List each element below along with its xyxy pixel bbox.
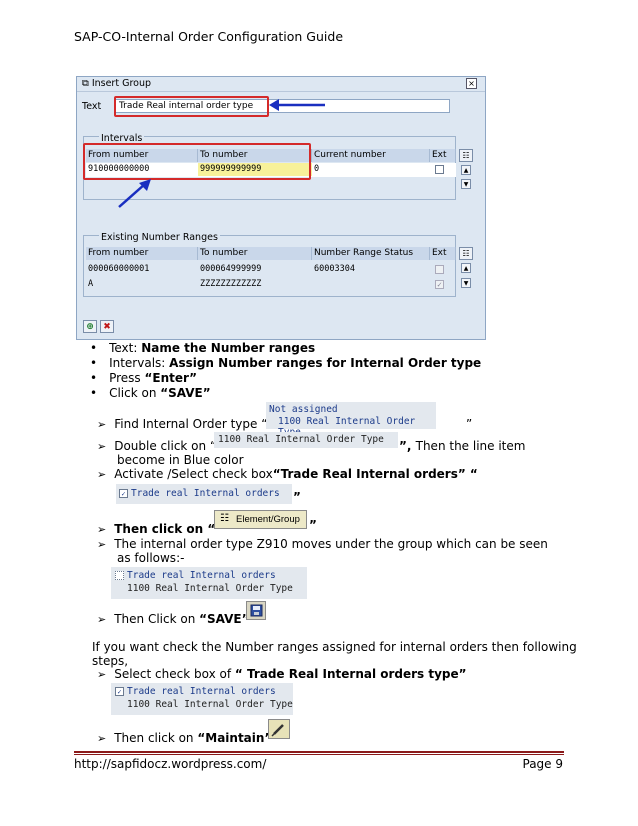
scroll-down-icon[interactable]: ▼ — [461, 179, 471, 189]
document-header: SAP-CO-Internal Order Configuration Guid… — [74, 29, 344, 44]
step-moves: ➢ The internal order type Z910 moves unde… — [97, 537, 548, 551]
arrow-pointer-icon — [269, 99, 325, 111]
step-double-click-after: ”, Then the line item — [399, 439, 526, 453]
scroll-up-icon[interactable]: ▲ — [461, 263, 471, 273]
snip-select-group: ✓ Trade real Internal orders 1100 Real I… — [111, 683, 293, 715]
snip-group-result: Trade real Internal orders 1100 Real Int… — [111, 567, 307, 599]
footer-divider — [74, 751, 564, 753]
dialog-title: ⧉ Insert Group — [82, 78, 152, 89]
list-item: • Intervals: Assign Number ranges for Int… — [90, 356, 482, 370]
intervals-highlight-box — [83, 143, 311, 180]
col-status: Number Range Status — [312, 247, 430, 260]
scroll-up-icon[interactable]: ▲ — [461, 165, 471, 175]
step-activate: ➢ Activate /Select check box“Trade Real I… — [97, 467, 478, 481]
footer-url: http://sapfidocz.wordpress.com/ — [74, 757, 267, 771]
table-settings-icon[interactable]: ☷ — [459, 247, 473, 260]
scroll-down-icon[interactable]: ▼ — [461, 278, 471, 288]
table-settings-icon[interactable]: ☷ — [459, 149, 473, 162]
step-find-close: ” — [466, 417, 473, 431]
existing-header: From number To number Number Range Statu… — [86, 247, 456, 260]
range-ext-cell: ✓ — [430, 278, 456, 291]
arrow-pointer-icon — [118, 179, 151, 208]
maintain-pencil-icon[interactable] — [268, 719, 290, 739]
dialog-icon: ⧉ — [82, 78, 92, 89]
step-maintain: ➢ Then click on “Maintain” — [97, 731, 273, 745]
snip-not-assigned: Not assigned 1100 Real Internal Order Ty… — [266, 402, 436, 438]
step-double-click: ➢ Double click on “ — [97, 439, 217, 453]
step-activate-close: ” — [293, 490, 301, 504]
hierarchy-icon: ☷ — [220, 513, 229, 524]
range-ext-cell — [430, 263, 456, 276]
step-moves-line2: as follows:- — [117, 551, 185, 565]
step-select: ➢ Select check box of “ Trade Real Intern… — [97, 667, 467, 681]
range-status: 60003304 — [314, 264, 355, 274]
save-icon[interactable] — [246, 601, 266, 620]
table-row: 000060000001 000064999999 60003304 — [86, 263, 456, 276]
interval-ext-cell — [430, 163, 456, 177]
range-from: 000060000001 — [88, 264, 150, 274]
footer-divider — [74, 754, 564, 755]
step-find: ➢ Find Internal Order type “ — [97, 417, 268, 431]
range-status — [312, 278, 430, 291]
range-from: A — [88, 279, 94, 289]
col-from-number: From number — [86, 247, 198, 260]
table-row: A ZZZZZZZZZZZZ ✓ — [86, 278, 456, 291]
interval-ext-checkbox[interactable] — [435, 165, 444, 174]
snip-order-type: 1100 Real Internal Order Type — [214, 432, 398, 448]
range-to: ZZZZZZZZZZZZ — [200, 279, 262, 289]
list-item: • Click on “SAVE” — [90, 386, 211, 400]
list-item: • Text: Name the Number ranges — [90, 341, 316, 355]
range-to: 000064999999 — [200, 264, 262, 274]
col-ext: Ext — [430, 149, 456, 162]
paragraph-line1: If you want check the Number ranges assi… — [92, 640, 577, 654]
checkbox-icon — [115, 571, 124, 580]
range-ext-checkbox — [435, 265, 444, 274]
checkbox-checked-icon: ✓ — [115, 687, 124, 696]
step-then-click: ➢ Then click on “ — [97, 522, 216, 536]
col-ext: Ext — [430, 247, 456, 260]
insert-element-icon[interactable]: ⊕ — [83, 320, 97, 333]
col-to-number: To number — [198, 247, 312, 260]
col-current-number: Current number — [312, 149, 430, 162]
step-double-click-line2: become in Blue color — [117, 453, 244, 467]
cancel-icon[interactable]: ✖ — [100, 320, 114, 333]
snip-trade-real: ✓ Trade real Internal orders — [116, 484, 292, 504]
list-item: • Press “Enter” — [90, 371, 198, 385]
page-number: Page 9 — [522, 757, 564, 771]
element-group-button[interactable]: ☷ Element/Group — [214, 510, 307, 529]
existing-ranges-title: Existing Number Ranges — [99, 232, 220, 243]
close-icon[interactable]: × — [466, 78, 477, 89]
insert-group-dialog: ⧉ Insert Group × Text Trade Real interna… — [76, 76, 486, 340]
range-ext-checkbox: ✓ — [435, 280, 444, 289]
checkbox-checked-icon: ✓ — [119, 489, 128, 498]
step-then-click-close: ” — [309, 518, 317, 532]
text-highlight-box — [114, 96, 269, 117]
text-label: Text — [82, 101, 102, 112]
dialog-titlebar: ⧉ Insert Group × — [77, 77, 485, 92]
interval-current-input[interactable]: 0 — [312, 163, 430, 176]
step-save: ➢ Then Click on “SAVE” — [97, 612, 250, 626]
